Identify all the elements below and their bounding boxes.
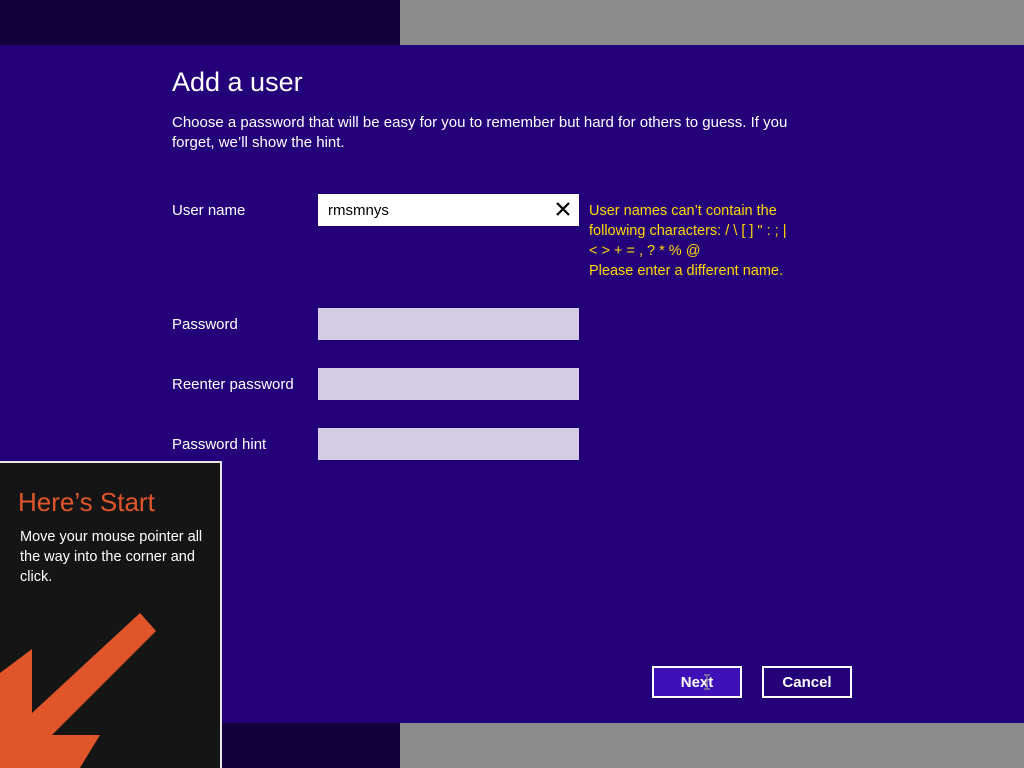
password-input[interactable] bbox=[318, 308, 579, 340]
close-icon bbox=[556, 202, 570, 216]
start-tip-text: Move your mouse pointer all the way into… bbox=[20, 529, 203, 585]
cancel-button[interactable]: Cancel bbox=[762, 666, 852, 698]
clear-username-button[interactable] bbox=[551, 197, 575, 221]
arrow-down-left-icon bbox=[0, 613, 156, 768]
password-hint-label: Password hint bbox=[172, 436, 267, 453]
password-hint-input[interactable] bbox=[318, 428, 579, 460]
start-tip-panel: Here’s Start Move your mouse pointer all… bbox=[0, 461, 222, 768]
next-button[interactable]: Next bbox=[652, 666, 742, 698]
background-bottom-right bbox=[400, 723, 1024, 768]
username-error-message: User names can’t contain the following c… bbox=[589, 201, 809, 281]
dialog-title: Add a user bbox=[172, 67, 303, 97]
error-line: < > + = , ? * % @ bbox=[589, 243, 701, 259]
reenter-password-label: Reenter password bbox=[172, 376, 294, 393]
error-line: following characters: / \ [ ] " : ; | bbox=[589, 223, 787, 239]
reenter-password-input[interactable] bbox=[318, 368, 579, 400]
username-label: User name bbox=[172, 202, 246, 219]
background-top-right bbox=[400, 0, 1024, 45]
start-tip-title: Here’s Start bbox=[18, 487, 155, 517]
background-top-left bbox=[0, 0, 400, 45]
error-line: User names can’t contain the bbox=[589, 203, 777, 219]
error-line: Please enter a different name. bbox=[589, 263, 783, 279]
dialog-description: Choose a password that will be easy for … bbox=[172, 114, 788, 151]
username-input[interactable] bbox=[318, 194, 579, 226]
text-cursor-icon bbox=[704, 674, 710, 690]
password-label: Password bbox=[172, 316, 238, 333]
